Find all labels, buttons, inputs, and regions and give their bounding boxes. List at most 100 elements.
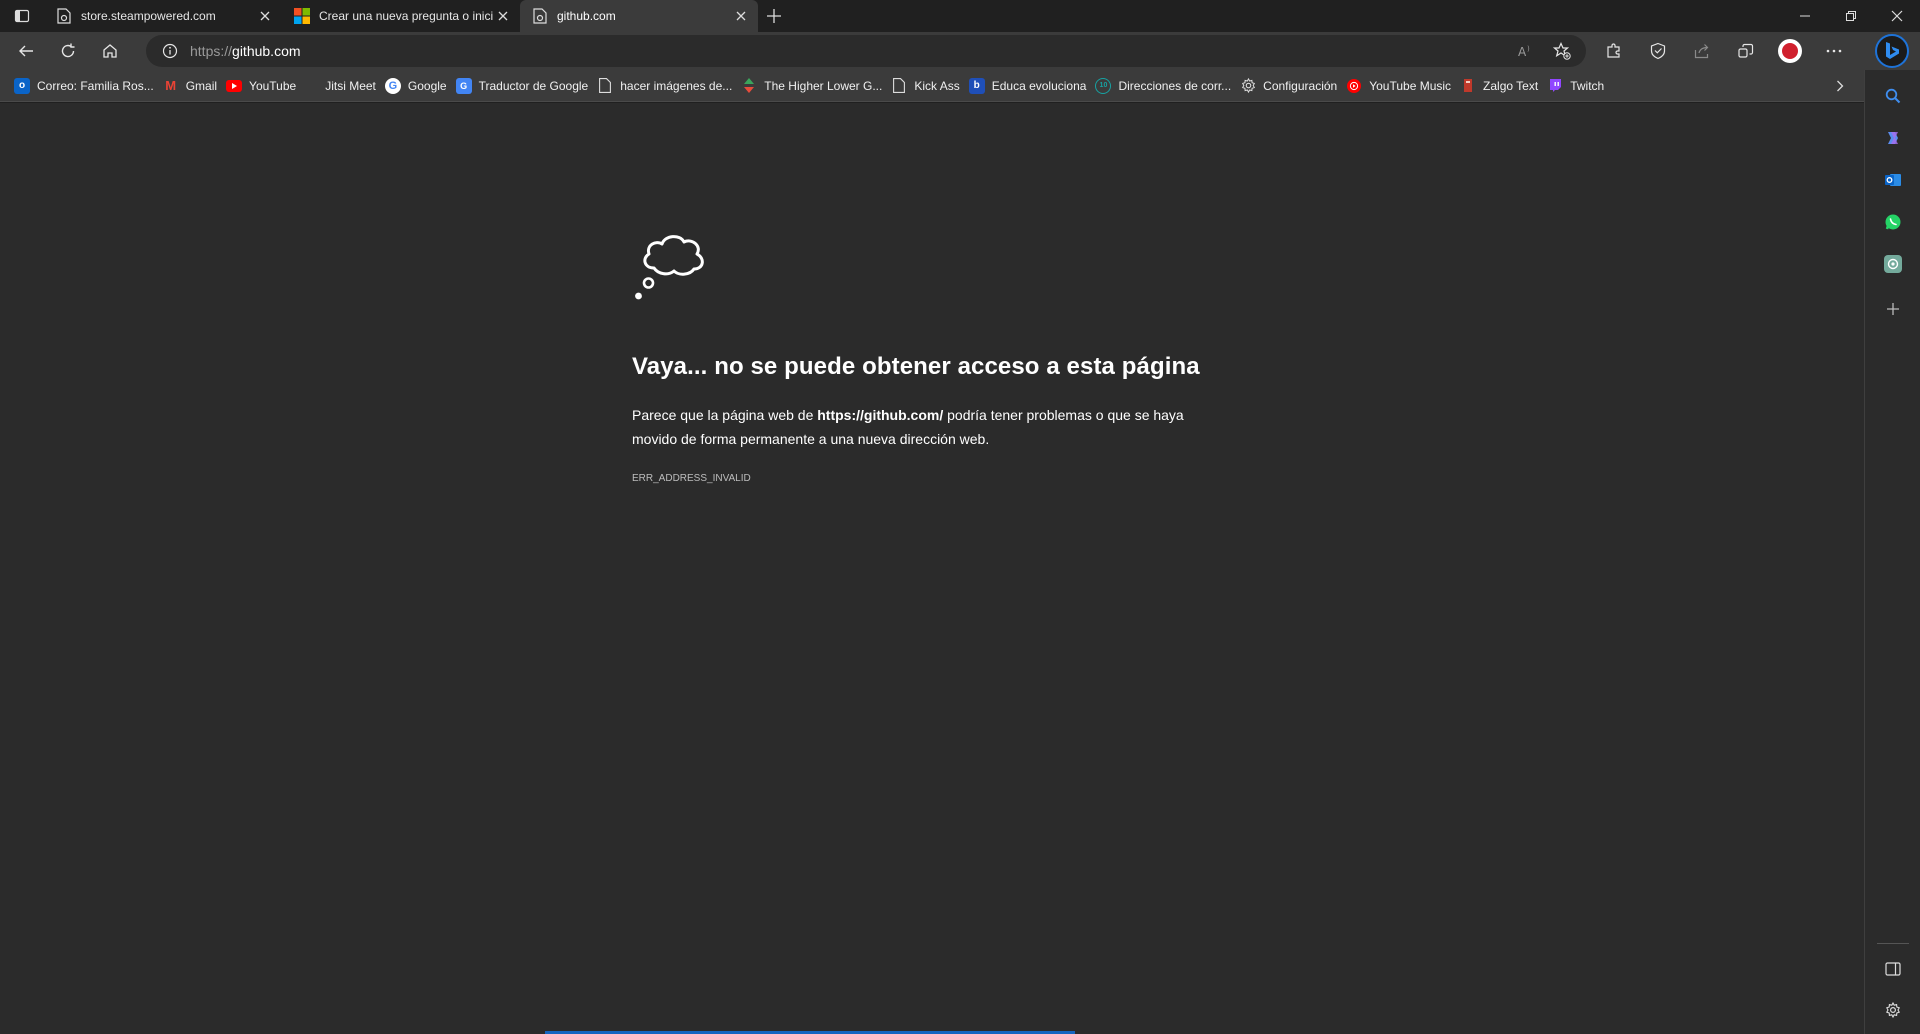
- arrow-left-icon: [19, 45, 33, 57]
- tab-title: Crear una nueva pregunta o inici: [319, 9, 494, 23]
- bing-icon: [1886, 42, 1899, 59]
- bookmark-imagenes[interactable]: hacer imágenes de...: [595, 72, 739, 100]
- chatgpt-icon: [1884, 255, 1902, 273]
- tab-microsoft[interactable]: Crear una nueva pregunta o inici: [282, 0, 520, 32]
- page-icon: [891, 78, 907, 94]
- bookmark-label: Educa evoluciona: [991, 78, 1087, 93]
- toolbar-actions: [1592, 35, 1856, 67]
- bookmark-label: The Higher Lower G...: [764, 78, 883, 93]
- home-button[interactable]: [92, 35, 128, 67]
- profile-button[interactable]: [1768, 35, 1812, 67]
- higherlower-icon: [741, 78, 757, 94]
- bookmark-label: Direcciones de corr...: [1118, 78, 1232, 93]
- bookmark-label: YouTube Music: [1369, 78, 1452, 93]
- tab-actions-button[interactable]: [0, 0, 44, 32]
- sidebar-search-button[interactable]: [1879, 82, 1907, 110]
- favorites-bar: o Correo: Familia Ros... M Gmail YouTube J…: [0, 70, 1864, 102]
- settings-more-button[interactable]: [1812, 35, 1856, 67]
- outlook-icon: [1885, 174, 1901, 186]
- bookmark-label: Google: [407, 78, 447, 93]
- bookmark-configuracion[interactable]: Configuración: [1238, 72, 1344, 100]
- bing-copilot-button[interactable]: [1875, 34, 1909, 68]
- bookmark-twitch[interactable]: Twitch: [1545, 72, 1611, 100]
- translate-icon: G: [455, 77, 472, 94]
- plus-icon: [1887, 303, 1899, 315]
- directions-icon: 10: [1095, 77, 1112, 94]
- read-aloud-button[interactable]: A): [1508, 35, 1544, 67]
- google-icon: G: [384, 77, 401, 94]
- error-text: Parece que la página web de: [632, 407, 818, 423]
- new-tab-button[interactable]: [758, 0, 790, 32]
- tab-github[interactable]: github.com: [520, 0, 758, 32]
- copilot-icon: [1888, 132, 1898, 144]
- bookmark-google[interactable]: G Google: [383, 72, 454, 100]
- sidebar-copilot-button[interactable]: [1879, 124, 1907, 152]
- sidebar-toggle-icon: [1885, 962, 1901, 976]
- page-icon: [532, 8, 548, 24]
- tab-actions-icon: [14, 9, 30, 23]
- sidebar-whatsapp-button[interactable]: [1879, 208, 1907, 236]
- svg-text:): ): [1527, 45, 1530, 53]
- sidebar-chatgpt-button[interactable]: [1879, 250, 1907, 278]
- bookmark-gmail[interactable]: M Gmail: [161, 72, 224, 100]
- info-icon[interactable]: [150, 43, 190, 59]
- bookmark-label: Configuración: [1263, 78, 1338, 93]
- close-window-button[interactable]: [1874, 0, 1920, 32]
- bookmark-label: Traductor de Google: [478, 78, 589, 93]
- collections-button[interactable]: [1724, 35, 1768, 67]
- thought-cloud-icon: [635, 235, 704, 300]
- bookmark-correo[interactable]: o Correo: Familia Ros...: [12, 72, 161, 100]
- collections-icon: [1738, 43, 1754, 58]
- sidebar-add-button[interactable]: [1879, 295, 1907, 323]
- more-icon: [1826, 49, 1842, 53]
- bookmark-kick-ass[interactable]: Kick Ass: [889, 72, 966, 100]
- refresh-button[interactable]: [50, 35, 86, 67]
- error-title: Vaya... no se puede obtener acceso a est…: [632, 353, 1200, 380]
- youtube-icon: [226, 78, 243, 94]
- bookmark-jitsi[interactable]: Jitsi Meet: [303, 72, 383, 100]
- sidebar-outlook-button[interactable]: [1879, 166, 1907, 194]
- add-favorite-button[interactable]: [1544, 35, 1580, 67]
- share-button[interactable]: [1680, 35, 1724, 67]
- bookmark-label: hacer imágenes de...: [620, 78, 733, 93]
- minimize-button[interactable]: [1782, 0, 1828, 32]
- bookmark-zalgo[interactable]: Zalgo Text: [1458, 72, 1545, 100]
- gear-icon: [1240, 78, 1256, 94]
- puzzle-icon: [1607, 43, 1620, 58]
- url-scheme: https://: [190, 43, 233, 59]
- close-tab-icon[interactable]: [494, 7, 512, 25]
- error-url: https://github.com/: [817, 407, 944, 423]
- address-actions: A): [1508, 35, 1580, 67]
- bookmark-label: Jitsi Meet: [325, 78, 376, 93]
- restore-button[interactable]: [1828, 0, 1874, 32]
- browser-essentials-button[interactable]: [1636, 35, 1680, 67]
- bookmark-higher-lower[interactable]: The Higher Lower G...: [739, 72, 889, 100]
- extensions-button[interactable]: [1592, 35, 1636, 67]
- url-host: github.com: [232, 43, 301, 59]
- bookmark-label: Twitch: [1570, 78, 1605, 93]
- bookmark-label: YouTube: [249, 78, 297, 93]
- tab-title: github.com: [557, 9, 616, 23]
- bookmark-direcciones[interactable]: 10 Direcciones de corr...: [1093, 72, 1238, 100]
- more-favorites-button[interactable]: [1828, 74, 1852, 98]
- close-tab-icon[interactable]: [732, 7, 750, 25]
- sidebar-settings-button[interactable]: [1879, 996, 1907, 1024]
- bookmark-youtube-music[interactable]: YouTube Music: [1344, 72, 1458, 100]
- bookmark-translate[interactable]: G Traductor de Google: [454, 72, 596, 100]
- window-controls: [1782, 0, 1920, 32]
- url-text[interactable]: https://github.com: [190, 43, 301, 59]
- bookmark-educa[interactable]: b Educa evoluciona: [967, 72, 1094, 100]
- bookmark-label: Gmail: [185, 78, 218, 93]
- share-icon: [1694, 44, 1709, 59]
- hide-sidebar-button[interactable]: [1879, 955, 1907, 983]
- close-tab-icon[interactable]: [256, 7, 274, 25]
- error-description: Parece que la página web de https://gith…: [632, 403, 1192, 451]
- back-button[interactable]: [8, 35, 44, 67]
- bookmark-youtube[interactable]: YouTube: [224, 72, 303, 100]
- tab-steam[interactable]: store.steampowered.com: [44, 0, 282, 32]
- heart-shield-icon: [1650, 42, 1666, 60]
- address-bar[interactable]: https://github.com A): [146, 35, 1586, 67]
- bookmark-label: Kick Ass: [914, 78, 960, 93]
- gmail-icon: M: [165, 78, 177, 93]
- educa-icon: b: [968, 77, 985, 94]
